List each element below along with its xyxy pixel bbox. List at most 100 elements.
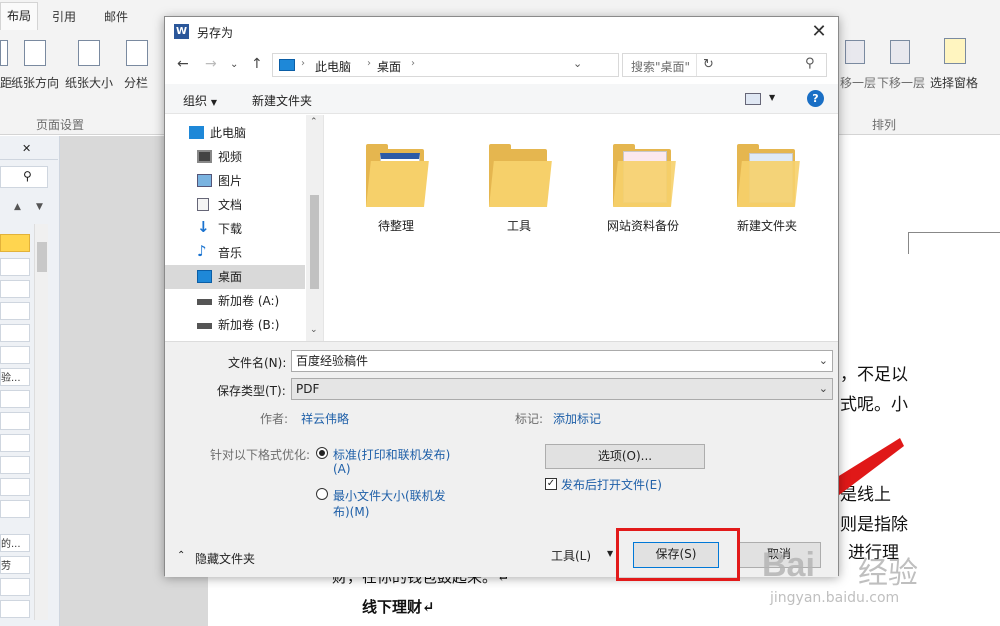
new-folder-button[interactable]: 新建文件夹 — [252, 92, 312, 109]
chevron-down-icon[interactable]: ⌄ — [573, 57, 582, 70]
list-item-label: 验... — [1, 373, 21, 384]
pane-scroll-thumb[interactable] — [37, 242, 47, 272]
list-item[interactable] — [0, 600, 30, 618]
orientation-button[interactable]: 纸张方向 — [11, 74, 59, 91]
hide-folders-button[interactable]: 隐藏文件夹 — [195, 550, 255, 567]
list-item[interactable] — [0, 412, 30, 430]
list-item[interactable]: 劳 — [0, 556, 30, 574]
search-icon: ⚲ — [23, 169, 32, 183]
opt-minimum-label[interactable]: 最小文件大小(联机发 — [333, 487, 446, 504]
close-button[interactable]: ✕ — [805, 21, 833, 43]
filename-label: 文件名(N): — [228, 356, 287, 370]
tree-item-drive-a[interactable]: 新加卷 (A:) — [165, 289, 305, 313]
list-item[interactable]: 的... — [0, 534, 30, 552]
folder-icon — [613, 144, 676, 207]
breadcrumb-desktop[interactable]: 桌面 — [377, 58, 401, 75]
author-label: 作者: — [260, 412, 289, 426]
list-item[interactable] — [0, 258, 30, 276]
scroll-thumb[interactable] — [310, 195, 319, 289]
chevron-down-icon[interactable]: ⌄ — [819, 379, 828, 399]
list-item[interactable] — [0, 280, 30, 298]
open-after-checkbox[interactable]: ✓ — [545, 478, 557, 490]
send-backward-button[interactable]: 下移一层 — [877, 74, 925, 91]
tree-item-pictures[interactable]: 图片 — [165, 169, 305, 193]
list-item[interactable] — [0, 390, 30, 408]
radio-standard[interactable] — [316, 447, 328, 459]
document-icon — [197, 198, 209, 211]
save-as-dialog: W 另存为 ✕ ← → ⌄ ↑ › 此电脑 › 桌面 › ⌄ ↻ 搜索"桌面" … — [164, 16, 839, 577]
forward-icon[interactable]: → — [205, 56, 217, 72]
breadcrumb-pc[interactable]: 此电脑 — [315, 58, 351, 75]
pane-scrollbar[interactable] — [34, 224, 48, 620]
filename-input[interactable]: 百度经验稿件 ⌄ — [291, 350, 833, 372]
size-button[interactable]: 纸张大小 — [65, 74, 113, 91]
folder-item[interactable]: 网站资料备份 — [593, 131, 693, 241]
command-bar: 组织 ▼ 新建文件夹 ▼ ? — [165, 84, 838, 114]
organize-menu[interactable]: 组织 ▼ — [183, 92, 217, 109]
folder-item[interactable]: 新建文件夹 — [717, 131, 817, 241]
up-icon[interactable]: ↑ — [251, 56, 263, 72]
pane-search-input[interactable]: ⚲ — [0, 166, 48, 188]
opt-standard-label[interactable]: 标准(打印和联机发布) — [333, 446, 450, 463]
tab-layout[interactable]: 布局 — [0, 2, 38, 30]
tree-item-this-pc[interactable]: 此电脑 — [165, 121, 305, 145]
list-item-label: 的... — [1, 539, 21, 550]
filetype-select[interactable]: PDF ⌄ — [291, 378, 833, 400]
navigation-tree: 此电脑 视频 图片 文档 ↓ 下载 ♪ 音乐 桌面 新加卷 (A:) 新加卷 (B:… — [165, 115, 323, 341]
tree-item-desktop[interactable]: 桌面 — [165, 265, 305, 289]
tree-item-label: 新加卷 (A:) — [218, 294, 280, 308]
caret-down-icon[interactable]: ▼ — [607, 549, 613, 558]
desktop-icon — [197, 270, 212, 283]
bring-forward-button[interactable]: 移一层 — [840, 74, 876, 91]
video-icon — [197, 150, 212, 163]
open-after-label[interactable]: 发布后打开文件(E) — [561, 476, 662, 493]
tree-item-documents[interactable]: 文档 — [165, 193, 305, 217]
search-input[interactable]: 搜索"桌面" ⚲ — [622, 53, 827, 77]
scroll-up-icon[interactable]: ⌃ — [310, 117, 318, 127]
list-item[interactable] — [0, 324, 30, 342]
list-item[interactable] — [0, 302, 30, 320]
recent-dropdown-icon[interactable]: ⌄ — [230, 59, 238, 70]
radio-minimum[interactable] — [316, 488, 328, 500]
tags-value[interactable]: 添加标记 — [553, 410, 601, 427]
list-item[interactable] — [0, 434, 30, 452]
tree-item-label: 文档 — [218, 198, 243, 212]
scroll-down-icon[interactable]: ⌄ — [310, 325, 318, 335]
view-dropdown-icon[interactable]: ▼ — [769, 93, 775, 102]
columns-button[interactable]: 分栏 — [124, 74, 148, 91]
save-highlight-box — [616, 528, 740, 581]
list-item[interactable] — [0, 456, 30, 474]
tree-item-label: 新加卷 (B:) — [218, 318, 280, 332]
chevron-up-icon[interactable]: ⌃ — [177, 550, 185, 561]
author-value[interactable]: 祥云伟略 — [301, 410, 349, 427]
selection-pane-button[interactable]: 选择窗格 — [930, 74, 978, 91]
tab-mailings[interactable]: 邮件 — [104, 8, 128, 25]
chevron-down-icon[interactable]: ⌄ — [819, 351, 828, 371]
tree-item-videos[interactable]: 视频 — [165, 145, 305, 169]
folder-item[interactable]: 工具 — [469, 131, 569, 241]
address-bar[interactable]: › 此电脑 › 桌面 › ⌄ ↻ — [272, 53, 714, 77]
pc-icon — [279, 59, 295, 71]
options-button[interactable]: 选项(O)... — [545, 444, 705, 469]
tools-menu[interactable]: 工具(L) — [551, 547, 591, 564]
list-item[interactable]: 验... — [0, 368, 30, 386]
view-icon[interactable] — [745, 93, 761, 105]
back-icon[interactable]: ← — [177, 56, 189, 72]
up-arrow-icon[interactable]: ▲ — [14, 202, 21, 212]
pane-close-icon[interactable]: ✕ — [22, 142, 31, 155]
list-item[interactable] — [0, 478, 30, 496]
tree-scrollbar[interactable]: ⌃ ⌄ — [306, 115, 323, 341]
list-item[interactable] — [0, 578, 30, 596]
list-item[interactable] — [0, 234, 30, 252]
down-arrow-icon[interactable]: ▼ — [36, 202, 43, 212]
tree-item-drive-b[interactable]: 新加卷 (B:) — [165, 313, 305, 337]
list-item[interactable] — [0, 346, 30, 364]
list-item[interactable] — [0, 500, 30, 518]
tree-item-downloads[interactable]: ↓ 下载 — [165, 217, 305, 241]
help-icon[interactable]: ? — [807, 90, 824, 107]
navigation-pane: ✕ ⚲ ▲ ▼ 验... 的... 劳 — [0, 136, 60, 626]
tab-references[interactable]: 引用 — [52, 8, 76, 25]
tree-item-music[interactable]: ♪ 音乐 — [165, 241, 305, 265]
folder-item[interactable]: 待整理 — [346, 131, 446, 241]
doc-heading: 线下理财↵ — [362, 598, 435, 616]
